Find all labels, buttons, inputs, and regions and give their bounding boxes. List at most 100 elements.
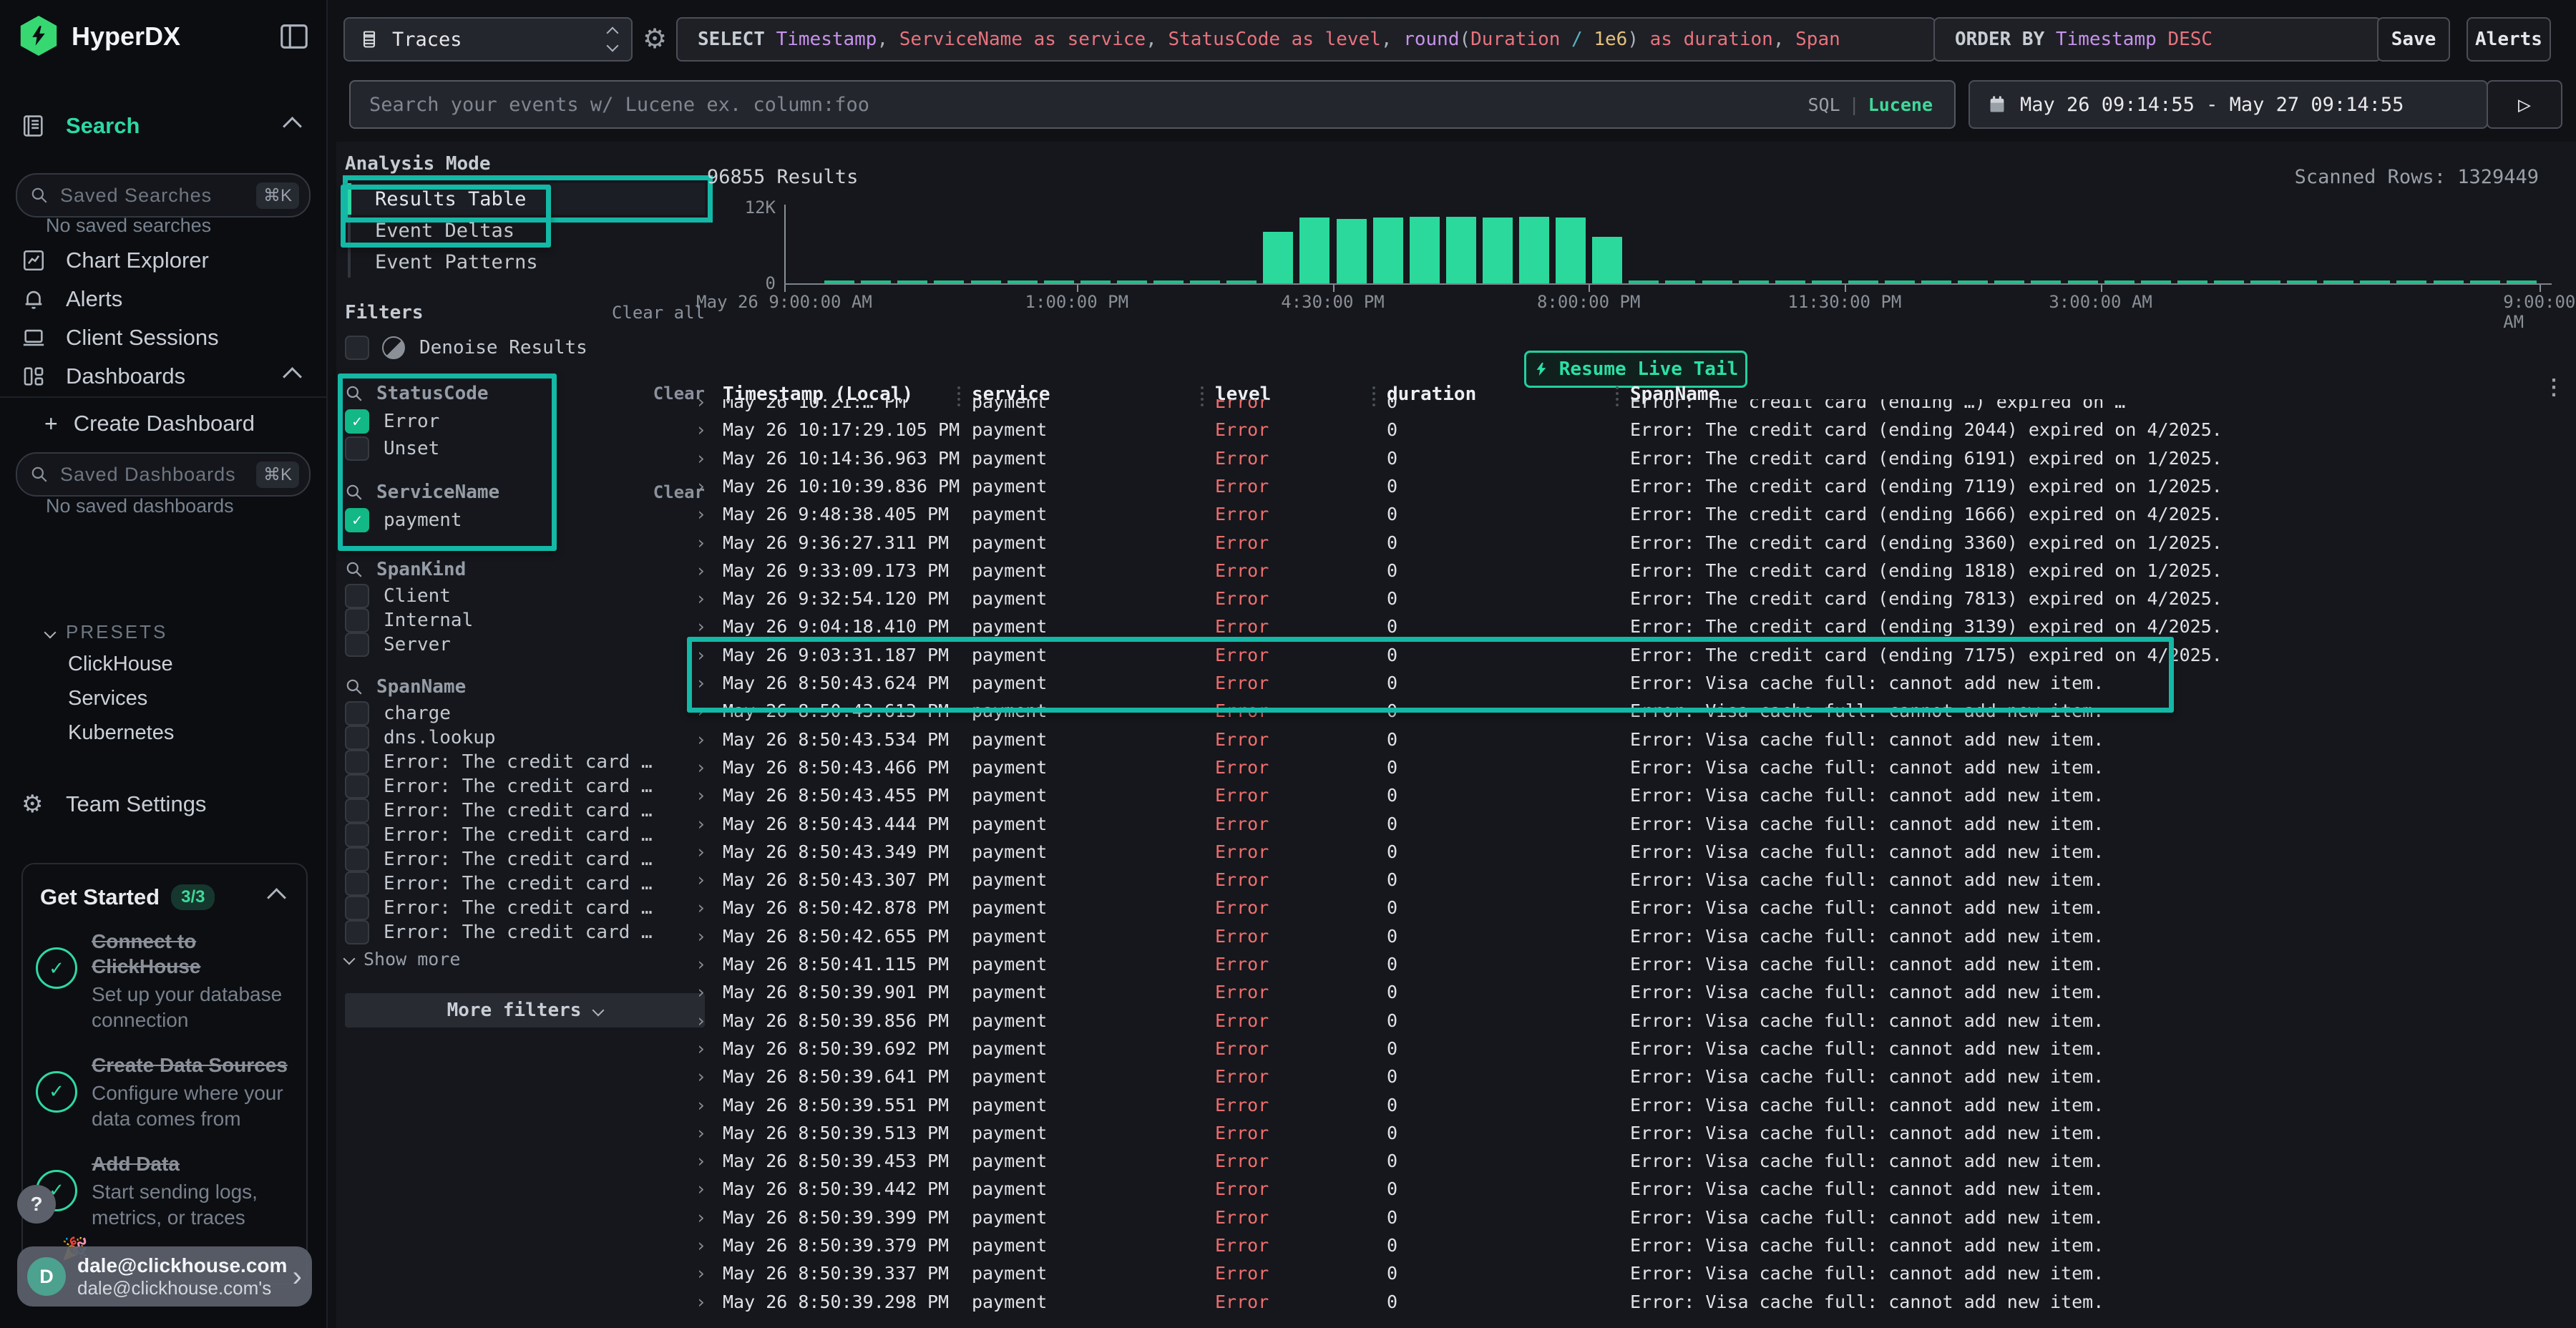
row-expand-chevron-icon[interactable]: › [696, 476, 706, 497]
row-expand-chevron-icon[interactable]: › [696, 814, 706, 834]
table-row[interactable]: ›May 26 8:50:43.444 PMpaymentError0Error… [688, 809, 2576, 837]
table-row[interactable]: ›May 26 8:50:39.641 PMpaymentError0Error… [688, 1062, 2576, 1090]
filter-option[interactable]: Error: The credit card … [345, 824, 705, 846]
row-expand-chevron-icon[interactable]: › [696, 1263, 706, 1284]
filter-option[interactable]: Unset [345, 436, 705, 461]
filter-option[interactable]: Server [345, 634, 705, 655]
lucene-search-input[interactable]: Search your events w/ Lucene ex. column:… [349, 80, 1956, 129]
filter-option[interactable]: dns.lookup [345, 727, 705, 748]
table-row[interactable]: ›May 26 9:33:09.173 PMpaymentError0Error… [688, 556, 2576, 584]
resume-live-tail-button[interactable]: Resume Live Tail [1524, 351, 1747, 388]
filter-option[interactable]: Internal [345, 610, 705, 631]
filter-option[interactable]: Error: The credit card … [345, 873, 705, 894]
table-row[interactable]: ›May 26 10:17:29.105 PMpaymentError0Erro… [688, 415, 2576, 443]
save-button[interactable]: Save [2377, 17, 2450, 62]
histogram-bar[interactable] [1337, 219, 1367, 283]
row-expand-chevron-icon[interactable]: › [696, 399, 706, 412]
more-filters-button[interactable]: More filters [345, 993, 705, 1027]
sidebar-item-dashboards[interactable]: Dashboards [0, 358, 326, 395]
checkbox-icon[interactable] [345, 584, 369, 608]
table-row[interactable]: ›May 26 8:50:43.466 PMpaymentError0Error… [688, 753, 2576, 781]
alerts-button[interactable]: Alerts [2467, 17, 2551, 62]
get-started-item[interactable]: ✓Create Data SourcesConfigure where your… [36, 1053, 293, 1133]
sidebar-item-search[interactable]: Search [0, 107, 326, 145]
query-gear-icon[interactable]: ⚙ [643, 23, 667, 54]
histogram-bar[interactable] [1299, 218, 1330, 283]
row-expand-chevron-icon[interactable]: › [696, 419, 706, 440]
checkbox-icon[interactable] [345, 436, 369, 461]
denoise-results-toggle[interactable]: Denoise Results [345, 333, 705, 362]
table-row[interactable]: ›May 26 8:50:43.624 PMpaymentError0Error… [688, 668, 2576, 696]
sidebar-item-chart-explorer[interactable]: Chart Explorer [0, 242, 326, 279]
mode-sql-toggle[interactable]: SQL [1807, 94, 1840, 115]
row-expand-chevron-icon[interactable]: › [696, 926, 706, 947]
clear-all-button[interactable]: Clear all [612, 303, 705, 323]
row-expand-chevron-icon[interactable]: › [696, 841, 706, 862]
table-row[interactable]: ›May 26 10:14:36.963 PMpaymentError0Erro… [688, 444, 2576, 472]
checkbox-icon[interactable] [345, 872, 369, 896]
filter-option[interactable]: charge [345, 703, 705, 724]
sidebar-item-alerts[interactable]: Alerts [0, 280, 326, 318]
histogram-bar[interactable] [1519, 217, 1549, 283]
checkbox-icon[interactable]: ✓ [345, 508, 369, 532]
table-row[interactable]: ›May 26 8:50:43.534 PMpaymentError0Error… [688, 725, 2576, 753]
filter-option[interactable]: Error: The credit card … [345, 849, 705, 870]
row-expand-chevron-icon[interactable]: › [696, 1292, 706, 1312]
row-expand-chevron-icon[interactable]: › [696, 448, 706, 469]
help-button[interactable]: ? [17, 1185, 56, 1224]
row-expand-chevron-icon[interactable]: › [696, 869, 706, 890]
table-row[interactable]: ›May 26 8:50:39.901 PMpaymentError0Error… [688, 977, 2576, 1005]
row-expand-chevron-icon[interactable]: › [696, 1151, 706, 1171]
checkbox-icon[interactable] [345, 823, 369, 847]
checkbox-icon[interactable] [345, 633, 369, 657]
create-dashboard-button[interactable]: + Create Dashboard [0, 405, 326, 442]
saved-dashboards-input[interactable]: Saved Dashboards ⌘K [16, 452, 311, 497]
checkbox-icon[interactable] [345, 847, 369, 872]
run-query-button[interactable]: ▷ [2487, 80, 2562, 129]
histogram-bar[interactable] [1373, 218, 1403, 283]
histogram-bar[interactable] [1410, 217, 1440, 283]
order-by-input[interactable]: ORDER BY Timestamp DESC [1933, 17, 2381, 62]
checkbox-icon[interactable] [345, 920, 369, 944]
row-expand-chevron-icon[interactable]: › [696, 757, 706, 778]
tab-results-table[interactable]: Results Table [351, 183, 705, 215]
get-started-item[interactable]: ✓Add DataStart sending logs, metrics, or… [36, 1151, 293, 1231]
filter-option[interactable]: Client [345, 585, 705, 607]
saved-searches-input[interactable]: Saved Searches ⌘K [16, 173, 311, 218]
filter-option[interactable]: Error: The credit card … [345, 800, 705, 821]
table-row[interactable]: ›May 26 9:36:27.311 PMpaymentError0Error… [688, 528, 2576, 556]
table-row[interactable]: ›May 26 8:50:39.453 PMpaymentError0Error… [688, 1146, 2576, 1174]
row-expand-chevron-icon[interactable]: › [696, 616, 706, 637]
date-range-picker[interactable]: May 26 09:14:55 - May 27 09:14:55 [1968, 80, 2488, 129]
checkbox-icon[interactable] [345, 608, 369, 633]
sidebar-preset-services[interactable]: Services [68, 687, 147, 711]
sidebar-item-client-sessions[interactable]: Client Sessions [0, 319, 326, 356]
histogram-bar[interactable] [1556, 218, 1586, 283]
table-row[interactable]: ›May 26 9:04:18.410 PMpaymentError0Error… [688, 612, 2576, 640]
table-row[interactable]: ›May 26 9:48:38.405 PMpaymentError0Error… [688, 499, 2576, 527]
histogram-bar[interactable] [1446, 217, 1476, 283]
row-expand-chevron-icon[interactable]: › [696, 588, 706, 609]
checkbox-icon[interactable] [345, 750, 369, 774]
table-row[interactable]: ›May 26 8:50:42.878 PMpaymentError0Error… [688, 893, 2576, 921]
row-expand-chevron-icon[interactable]: › [696, 560, 706, 581]
table-row[interactable]: ›May 26 8:50:39.856 PMpaymentError0Error… [688, 1006, 2576, 1034]
filter-option[interactable]: Error: The credit card … [345, 897, 705, 919]
results-table[interactable]: ›May 26 10:21:… PMpaymentError0Error: Th… [688, 399, 2576, 1328]
sidebar-collapse-icon[interactable] [278, 20, 311, 53]
histogram-bar[interactable] [1263, 232, 1293, 283]
table-row[interactable]: ›May 26 8:50:39.551 PMpaymentError0Error… [688, 1090, 2576, 1118]
row-expand-chevron-icon[interactable]: › [696, 954, 706, 975]
table-row[interactable]: ›May 26 8:50:39.692 PMpaymentError0Error… [688, 1034, 2576, 1062]
row-expand-chevron-icon[interactable]: › [696, 700, 706, 721]
table-row[interactable]: ›May 26 9:03:31.187 PMpaymentError0Error… [688, 640, 2576, 668]
filter-option[interactable]: Error: The credit card … [345, 751, 705, 773]
table-row[interactable]: ›May 26 8:50:39.513 PMpaymentError0Error… [688, 1118, 2576, 1146]
sidebar-preset-clickhouse[interactable]: ClickHouse [68, 653, 173, 676]
row-expand-chevron-icon[interactable]: › [696, 504, 706, 524]
filter-option[interactable]: Error: The credit card … [345, 776, 705, 797]
table-row[interactable]: ›May 26 8:50:43.307 PMpaymentError0Error… [688, 865, 2576, 893]
checkbox-icon[interactable] [345, 336, 369, 360]
row-expand-chevron-icon[interactable]: › [696, 1066, 706, 1087]
row-expand-chevron-icon[interactable]: › [696, 982, 706, 1002]
